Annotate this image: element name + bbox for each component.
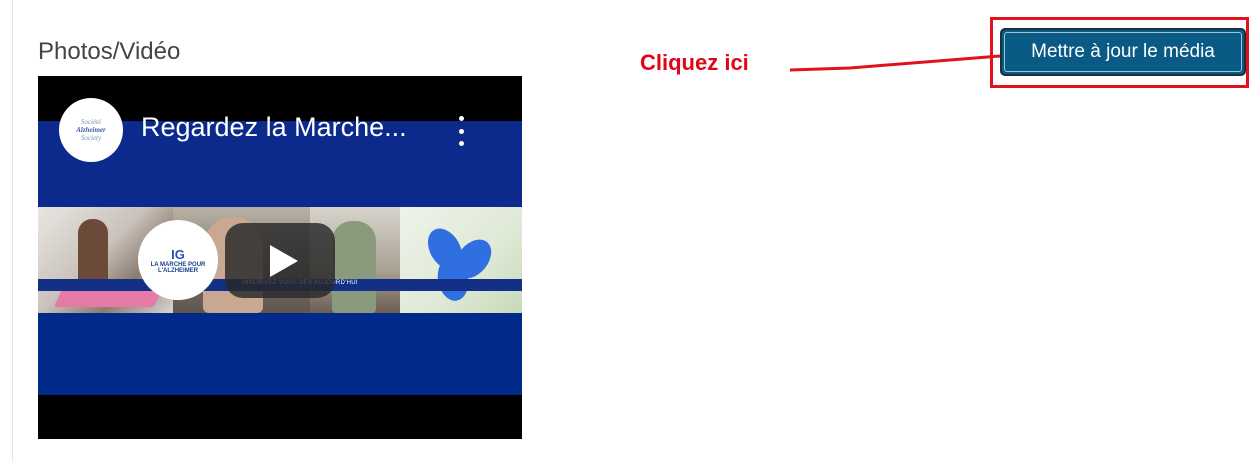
- update-media-button-label: Mettre à jour le média: [1004, 32, 1242, 72]
- update-media-button[interactable]: Mettre à jour le média: [1000, 28, 1246, 76]
- page: Photos/Vidéo INSCRIVEZ-VOUS DÈS AUJOURD'…: [0, 0, 1249, 461]
